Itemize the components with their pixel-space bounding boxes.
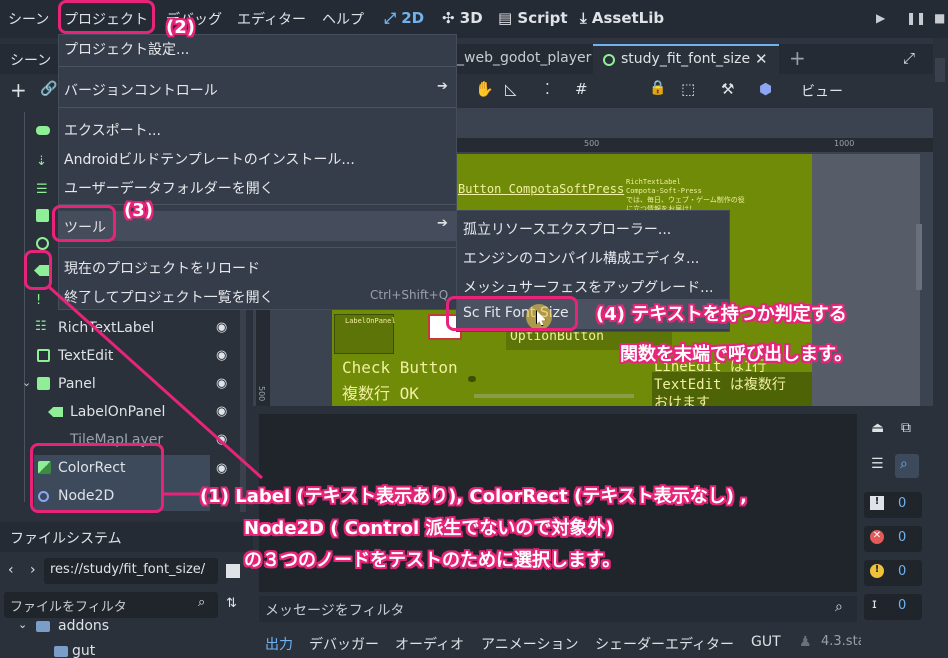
annotation-step-1-line1: (1) Label (テキスト表示あり), ColorRect (テキスト表示な… [200, 486, 748, 507]
annotation-step-1-line3: の３つのノードをテストのために選択します。 [244, 550, 621, 571]
annotation-step-1-line2: Node2D ( Control 派生でないので対象外) [244, 518, 614, 539]
connector-line [46, 284, 264, 480]
